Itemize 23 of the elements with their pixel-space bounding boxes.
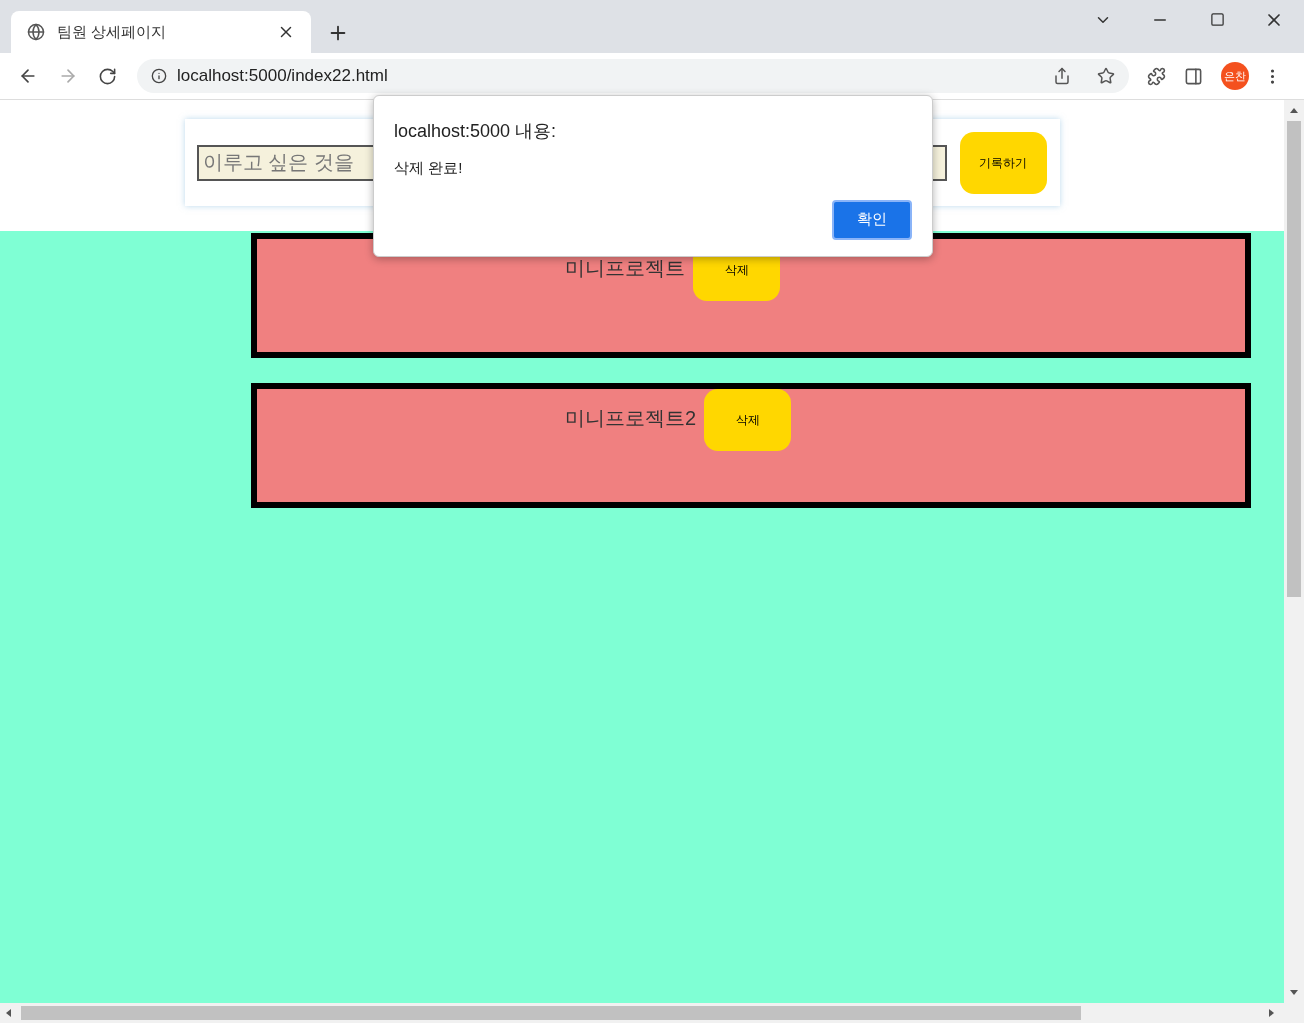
star-icon[interactable] (1097, 67, 1115, 85)
address-bar[interactable]: localhost:5000/index22.html (137, 59, 1129, 93)
browser-tab[interactable]: 팀원 상세페이지 (11, 11, 311, 53)
scroll-down-icon[interactable] (1290, 990, 1298, 995)
ok-button[interactable]: 확인 (832, 199, 912, 240)
scroll-left-icon[interactable] (6, 1009, 11, 1017)
info-icon (151, 68, 167, 84)
reload-icon[interactable] (98, 66, 117, 86)
delete-button[interactable]: 삭제 (704, 389, 792, 451)
scroll-right-icon[interactable] (1269, 1009, 1274, 1017)
scroll-thumb[interactable] (1287, 121, 1301, 597)
side-panel-icon[interactable] (1184, 66, 1203, 86)
vertical-scrollbar[interactable] (1284, 100, 1304, 1003)
record-button[interactable]: 기록하기 (959, 131, 1047, 194)
scroll-up-icon[interactable] (1290, 108, 1298, 113)
horizontal-scrollbar[interactable] (0, 1003, 1304, 1023)
globe-icon (27, 23, 45, 41)
project-card: 미니프로젝트2 삭제 (251, 383, 1251, 508)
scroll-thumb[interactable] (21, 1006, 1081, 1020)
alert-dialog: localhost:5000 내용: 삭제 완료! 확인 (373, 95, 933, 257)
maximize-icon[interactable] (1210, 12, 1225, 27)
extensions-icon[interactable] (1147, 66, 1166, 86)
share-icon[interactable] (1053, 67, 1071, 85)
